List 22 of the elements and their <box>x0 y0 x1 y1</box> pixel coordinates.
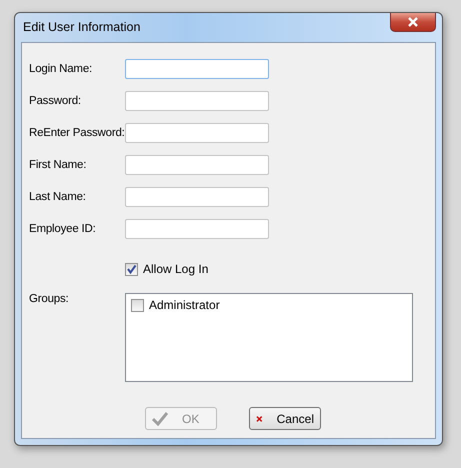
field-label: First Name: <box>29 159 88 171</box>
input-field[interactable] <box>125 91 269 111</box>
input-field[interactable] <box>125 219 269 239</box>
input-field[interactable] <box>125 123 269 143</box>
close-icon <box>407 17 419 27</box>
window-title: Edit User Information <box>23 20 140 34</box>
groups-label: Groups: <box>29 293 70 307</box>
checkbox[interactable] <box>131 298 144 312</box>
field-label: ReEnter Password: <box>29 127 125 139</box>
input-field[interactable] <box>125 155 269 175</box>
field-label: Employee ID: <box>29 223 97 235</box>
group-label: Administrator <box>149 298 220 312</box>
field-label: Password: <box>29 95 82 107</box>
checkbox[interactable] <box>125 262 138 276</box>
input-field[interactable] <box>125 187 269 207</box>
checkbox-label: Allow Log In <box>143 262 208 276</box>
field-label: Last Name: <box>29 191 87 203</box>
cancel-button[interactable]: Cancel <box>249 407 321 430</box>
field-label: Login Name: <box>29 63 94 75</box>
close-button[interactable] <box>390 13 436 32</box>
input-field[interactable] <box>125 59 269 79</box>
checkmark-icon <box>152 412 168 426</box>
